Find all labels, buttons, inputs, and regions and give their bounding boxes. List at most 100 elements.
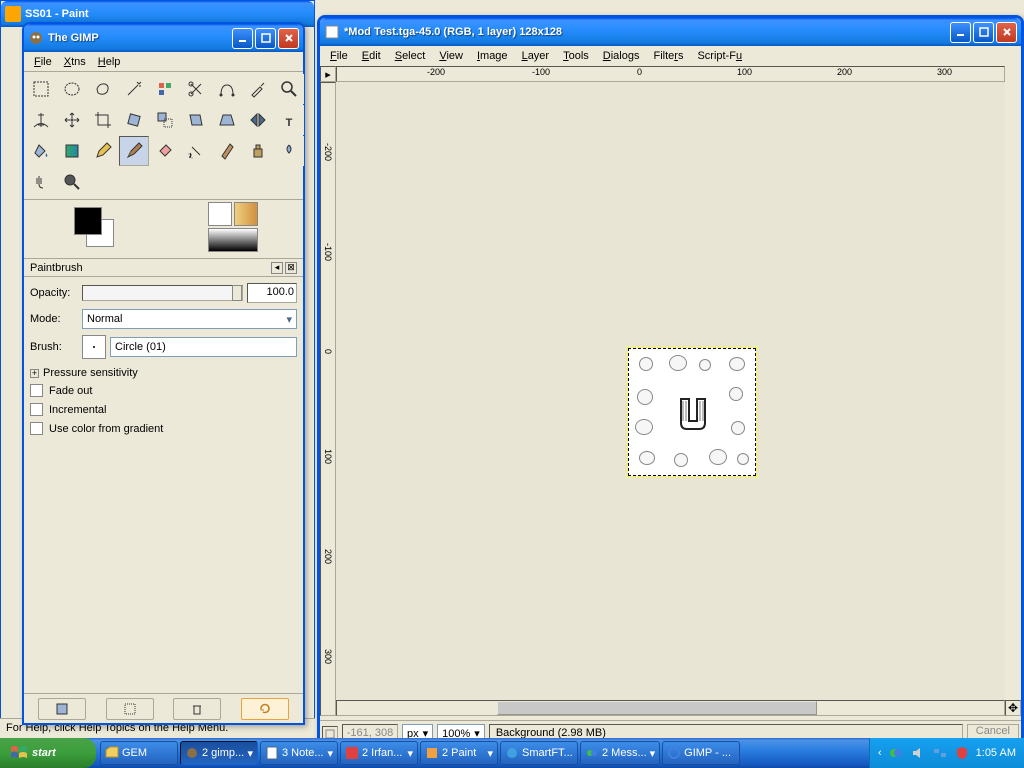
horizontal-scrollbar[interactable]: [336, 700, 1005, 716]
measure-tool[interactable]: [26, 105, 56, 135]
img-close-button[interactable]: [996, 22, 1017, 43]
img-menu-filters[interactable]: Filters: [647, 48, 689, 64]
task-item-notepad[interactable]: 3 Note...▾: [260, 741, 338, 765]
windows-logo-icon: [10, 745, 28, 761]
quick-mask-toggle[interactable]: ▸: [320, 66, 336, 82]
menu-help[interactable]: Help: [92, 54, 127, 70]
horizontal-ruler[interactable]: -200 -100 0 100 200 300: [336, 66, 1005, 82]
task-item-messenger[interactable]: 2 Mess...▾: [580, 741, 660, 765]
perspective-tool[interactable]: [212, 105, 242, 135]
gimp-title: The GIMP: [48, 32, 232, 44]
toolbox-grid: T: [24, 72, 303, 199]
scale-tool[interactable]: [150, 105, 180, 135]
brush-preview[interactable]: [82, 335, 106, 359]
task-item-smartftp[interactable]: SmartFT...: [500, 741, 578, 765]
ruler-tick: -100: [532, 67, 550, 77]
mode-combo[interactable]: Normal ▾: [82, 309, 297, 329]
navigation-button[interactable]: ✥: [1005, 700, 1021, 716]
color-select-tool[interactable]: [150, 74, 180, 104]
ink-tool[interactable]: [212, 136, 242, 166]
flip-tool[interactable]: [243, 105, 273, 135]
color-picker-tool[interactable]: [243, 74, 273, 104]
brush-indicator[interactable]: [208, 202, 232, 226]
mode-value: Normal: [87, 313, 122, 325]
system-tray[interactable]: ‹ 1:05 AM: [869, 738, 1024, 768]
tray-shield-icon[interactable]: [954, 745, 970, 761]
img-menu-select[interactable]: Select: [389, 48, 432, 64]
img-menu-script[interactable]: Script-Fu: [691, 48, 748, 64]
opacity-value[interactable]: 100.0: [247, 283, 297, 303]
gradient-indicator[interactable]: [208, 228, 258, 252]
tray-hide-icon[interactable]: ‹: [878, 747, 882, 759]
path-tool[interactable]: [212, 74, 242, 104]
panel-close-icon[interactable]: ⊠: [285, 262, 297, 274]
image-title: *Mod Test.tga-45.0 (RGB, 1 layer) 128x12…: [344, 26, 950, 38]
img-menu-file[interactable]: File: [324, 48, 354, 64]
lasso-tool[interactable]: [88, 74, 118, 104]
img-minimize-button[interactable]: [950, 22, 971, 43]
pressure-expander[interactable]: +Pressure sensitivity: [30, 365, 297, 381]
close-button[interactable]: [278, 28, 299, 49]
crop-tool[interactable]: [88, 105, 118, 135]
image-titlebar[interactable]: *Mod Test.tga-45.0 (RGB, 1 layer) 128x12…: [320, 18, 1021, 46]
fade-out-checkbox[interactable]: Fade out: [30, 381, 297, 400]
img-menu-dialogs[interactable]: Dialogs: [597, 48, 646, 64]
start-button[interactable]: start: [0, 738, 96, 768]
task-item-ie[interactable]: GIMP - ...: [662, 741, 740, 765]
delete-options-button[interactable]: [173, 698, 221, 720]
task-item-irfan[interactable]: 2 Irfan...▾: [340, 741, 418, 765]
img-menu-layer[interactable]: Layer: [516, 48, 556, 64]
task-item-gem[interactable]: GEM: [100, 741, 178, 765]
tray-msn-icon[interactable]: [888, 745, 904, 761]
move-tool[interactable]: [57, 105, 87, 135]
foreground-color[interactable]: [74, 207, 102, 235]
tray-network-icon[interactable]: [932, 745, 948, 761]
use-color-checkbox[interactable]: Use color from gradient: [30, 419, 297, 438]
paintbrush-tool[interactable]: [119, 136, 149, 166]
img-menu-tools[interactable]: Tools: [557, 48, 595, 64]
pattern-indicator[interactable]: [234, 202, 258, 226]
wand-tool[interactable]: [119, 74, 149, 104]
img-maximize-button[interactable]: [973, 22, 994, 43]
ellipse-select-tool[interactable]: [57, 74, 87, 104]
menu-xtns[interactable]: Xtns: [58, 54, 92, 70]
img-menu-image[interactable]: Image: [471, 48, 514, 64]
smudge-tool[interactable]: [26, 167, 56, 197]
ruler-tick: 0: [323, 349, 333, 354]
incremental-checkbox[interactable]: Incremental: [30, 400, 297, 419]
minimize-button[interactable]: [232, 28, 253, 49]
clock[interactable]: 1:05 AM: [976, 747, 1016, 759]
gimp-toolbox-titlebar[interactable]: The GIMP: [24, 24, 303, 52]
vertical-ruler[interactable]: -200 -100 0 100 200 300: [320, 82, 336, 716]
bucket-fill-tool[interactable]: [26, 136, 56, 166]
opacity-slider[interactable]: [82, 285, 243, 301]
panel-menu-icon[interactable]: ◂: [271, 262, 283, 274]
img-menu-view[interactable]: View: [433, 48, 469, 64]
img-menu-edit[interactable]: Edit: [356, 48, 387, 64]
tray-volume-icon[interactable]: [910, 745, 926, 761]
fg-bg-colors[interactable]: [74, 207, 114, 247]
maximize-button[interactable]: [255, 28, 276, 49]
airbrush-tool[interactable]: [181, 136, 211, 166]
brush-combo[interactable]: Circle (01): [110, 337, 297, 357]
scissors-tool[interactable]: [181, 74, 211, 104]
blend-tool[interactable]: [57, 136, 87, 166]
menu-file[interactable]: File: [28, 54, 58, 70]
convolve-tool[interactable]: [274, 136, 304, 166]
task-item-gimp[interactable]: 2 gimp...▾: [180, 741, 258, 765]
rect-select-tool[interactable]: [26, 74, 56, 104]
clone-tool[interactable]: [243, 136, 273, 166]
dodge-burn-tool[interactable]: [57, 167, 87, 197]
shear-tool[interactable]: [181, 105, 211, 135]
task-item-paint[interactable]: 2 Paint▾: [420, 741, 498, 765]
pencil-tool[interactable]: [88, 136, 118, 166]
magnify-tool[interactable]: [274, 74, 304, 104]
text-tool[interactable]: T: [274, 105, 304, 135]
canvas[interactable]: [336, 82, 1005, 716]
canvas-image[interactable]: [628, 348, 756, 476]
save-options-button[interactable]: [38, 698, 86, 720]
rotate-tool[interactable]: [119, 105, 149, 135]
restore-options-button[interactable]: [106, 698, 154, 720]
eraser-tool[interactable]: [150, 136, 180, 166]
reset-options-button[interactable]: [241, 698, 289, 720]
